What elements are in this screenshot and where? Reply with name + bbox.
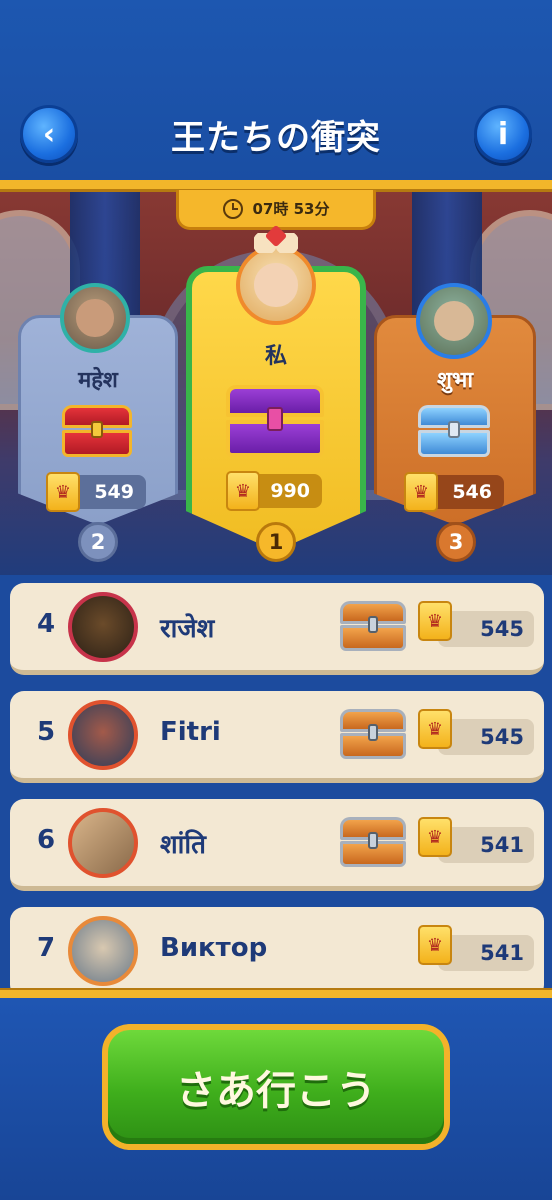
avatar xyxy=(68,808,138,878)
rank-number: 7 xyxy=(36,933,56,963)
player-name: Виктор xyxy=(160,933,268,963)
info-button[interactable]: i xyxy=(474,105,532,163)
info-icon: i xyxy=(497,116,509,152)
rank-badge: 1 xyxy=(256,522,296,562)
event-timer: 07時 53分 xyxy=(176,190,376,230)
avatar xyxy=(68,916,138,986)
rank-number: 5 xyxy=(36,717,56,747)
header: ‹ 王たちの衝突 i xyxy=(0,0,552,185)
avatar xyxy=(236,245,316,325)
list-item[interactable]: 4 राजेश ♛ 545 xyxy=(10,583,544,675)
crown-card-icon: ♛ xyxy=(226,471,260,511)
crown-card-icon: ♛ xyxy=(418,817,452,857)
lets-go-label: さあ行こう xyxy=(108,1030,444,1144)
crown-card-icon: ♛ xyxy=(404,472,438,512)
rank-number: 6 xyxy=(36,825,56,855)
list-item[interactable]: 6 शांति ♛ 541 xyxy=(10,799,544,891)
player-name: शुभा xyxy=(436,368,474,393)
player-name: शांति xyxy=(160,830,206,860)
rank-badge: 3 xyxy=(436,522,476,562)
player-name: महेश xyxy=(78,368,118,393)
treasure-chest-icon xyxy=(226,385,324,457)
treasure-chest-icon xyxy=(340,817,406,867)
page-title: 王たちの衝突 xyxy=(171,118,381,158)
treasure-chest-icon xyxy=(62,405,132,457)
avatar xyxy=(68,592,138,662)
treasure-chest-icon xyxy=(418,405,490,457)
treasure-chest-icon xyxy=(340,709,406,759)
score-value: 545 xyxy=(438,611,534,647)
score-value: 541 xyxy=(438,827,534,863)
score-value: 541 xyxy=(438,935,534,971)
treasure-chest-icon xyxy=(340,601,406,651)
avatar xyxy=(416,283,492,359)
score-value: 545 xyxy=(438,719,534,755)
crown-card-icon: ♛ xyxy=(418,601,452,641)
divider xyxy=(0,988,552,998)
crown-card-icon: ♛ xyxy=(418,709,452,749)
list-item[interactable]: 7 Виктор ♛ 541 xyxy=(10,907,544,990)
timer-text: 07時 53分 xyxy=(252,200,330,218)
leaderboard-list[interactable]: 4 राजेश ♛ 545 5 Fitri ♛ 545 6 शांति ♛ 54… xyxy=(0,575,552,990)
clock-icon xyxy=(222,198,243,219)
list-item[interactable]: 5 Fitri ♛ 545 xyxy=(10,691,544,783)
player-name: राजेश xyxy=(160,614,215,644)
avatar xyxy=(68,700,138,770)
lets-go-button[interactable]: さあ行こう xyxy=(102,1024,450,1150)
rank-badge: 2 xyxy=(78,522,118,562)
player-name: 私 xyxy=(264,344,287,369)
crown-card-icon: ♛ xyxy=(418,925,452,965)
rank-number: 4 xyxy=(36,609,56,639)
player-name: Fitri xyxy=(160,717,221,747)
avatar xyxy=(60,283,130,353)
crown-card-icon: ♛ xyxy=(46,472,80,512)
